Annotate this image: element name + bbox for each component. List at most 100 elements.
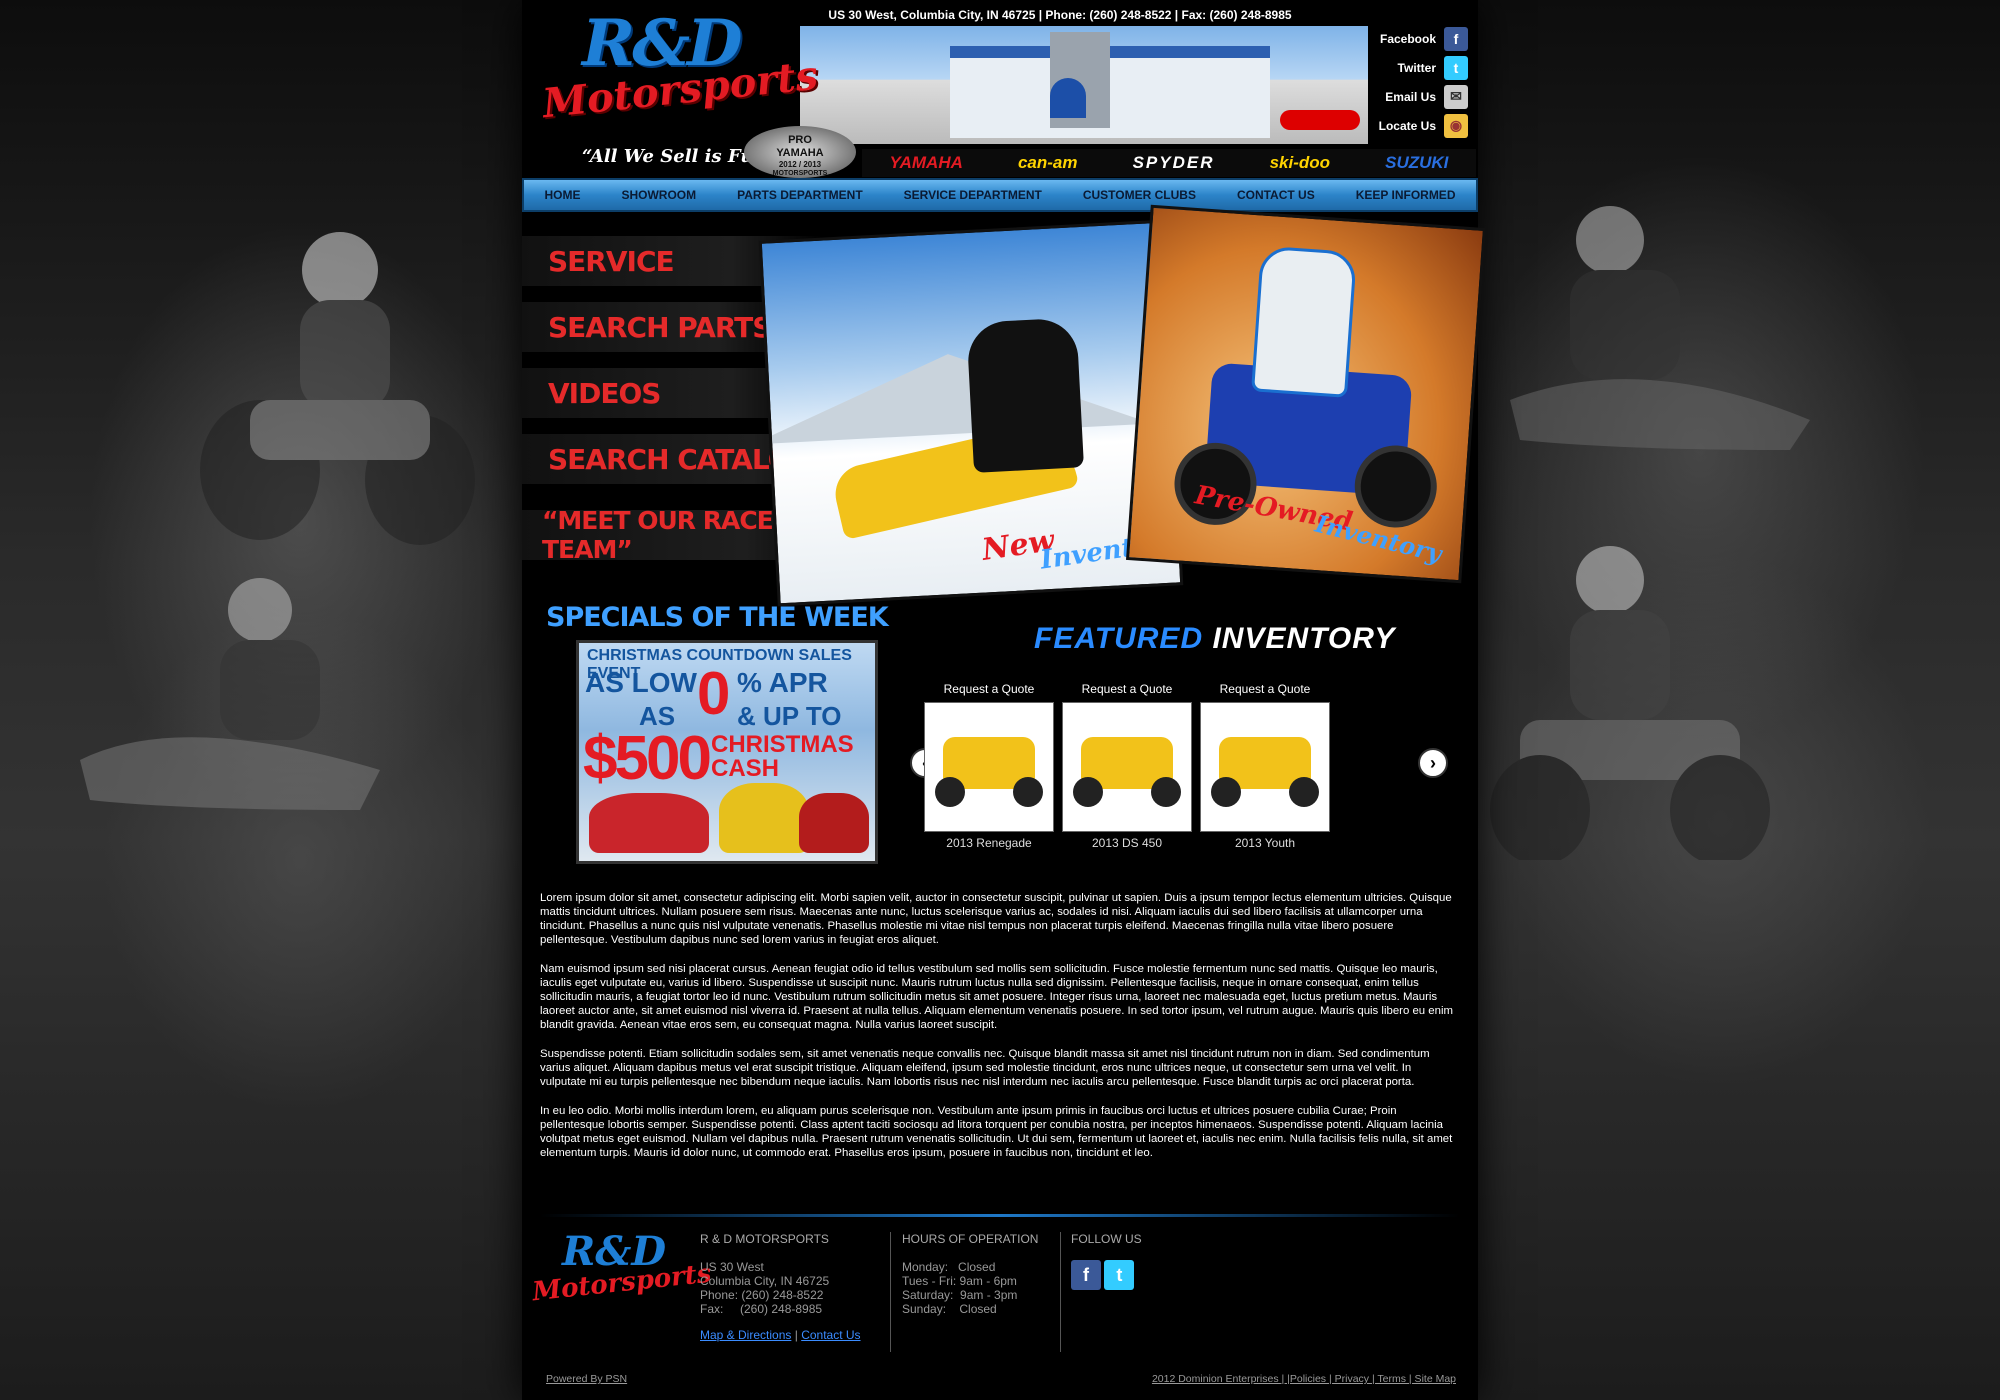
social-label[interactable]: Facebook [1380,32,1436,46]
dealership-photo [800,26,1368,144]
social-label[interactable]: Locate Us [1379,119,1436,133]
specials-title: SPECIALS OF THE WEEK [546,602,889,633]
carousel-next-button[interactable]: › [1418,748,1448,778]
brand-skidoo[interactable]: ski-doo [1270,153,1330,173]
footer-link-separator: | [794,1328,798,1342]
store-building [950,46,1270,138]
hours-row: Saturday: 9am - 3pm [902,1288,1018,1302]
product-thumbnail[interactable] [1200,702,1330,832]
featured-item-1: Request a Quote 2013 Renegade [924,682,1054,850]
request-quote-link[interactable]: Request a Quote [1062,682,1192,696]
brand-canam[interactable]: can-am [1018,153,1078,173]
promo-500: $500 [583,724,712,793]
social-locate[interactable]: Locate Us ◉ [1358,111,1468,140]
hours-row: Tues - Fri: 9am - 6pm [902,1274,1017,1288]
pro-yamaha-badge: PRO YAMAHA 2012 / 2013 MOTORSPORTS [744,126,856,178]
hours-row: Monday: Closed [902,1260,996,1274]
envelope-icon[interactable]: ✉ [1444,84,1468,109]
legal-links[interactable]: 2012 Dominion Enterprises | |Policies | … [1152,1373,1456,1385]
map-directions-link[interactable]: Map & Directions [700,1328,791,1342]
social-label[interactable]: Twitter [1398,61,1436,75]
atv-rider-silhouette-right [1490,546,1770,860]
twitter-icon[interactable]: t [1104,1260,1135,1290]
nav-home[interactable]: HOME [544,188,580,202]
wheel [1073,777,1103,807]
featured-inventory-title: FEATURED INVENTORY [1034,622,1395,656]
footer-follow-heading: FOLLOW US [1071,1232,1142,1246]
wheel [1211,777,1241,807]
brand-bar: YAMAHA can-am SPYDER ski-doo SUZUKI [862,149,1476,177]
footer-address2: Columbia City, IN 46725 [700,1274,830,1288]
nav-parts-department[interactable]: PARTS DEPARTMENT [737,188,863,202]
hours-row: Sunday: Closed [902,1302,997,1316]
brand-suzuki[interactable]: SUZUKI [1385,153,1448,173]
product-thumbnail[interactable] [1062,702,1192,832]
footer-divider [540,1214,1460,1217]
nav-customer-clubs[interactable]: CUSTOMER CLUBS [1083,188,1196,202]
brand-yamaha[interactable]: YAMAHA [890,153,963,173]
contact-us-link[interactable]: Contact Us [801,1328,860,1342]
page-container: US 30 West, Columbia City, IN 46725 | Ph… [522,0,1487,1400]
badge-line2: YAMAHA [776,147,824,159]
nav-service-department[interactable]: SERVICE DEPARTMENT [904,188,1042,202]
request-quote-link[interactable]: Request a Quote [1200,682,1330,696]
promo-aslow: AS LOW [585,667,697,698]
request-quote-link[interactable]: Request a Quote [924,682,1054,696]
sled-rider-silhouette-left [80,578,380,810]
side-link-search-parts[interactable]: SEARCH PARTS [522,302,802,352]
promo-zero: 0 [697,660,731,727]
content-paragraph: Nam euismod ipsum sed nisi placerat curs… [540,963,1453,1031]
featured-title-a: FEATURED [1034,622,1204,655]
nav-showroom[interactable]: SHOWROOM [621,188,696,202]
powered-by-link[interactable]: Powered By PSN [546,1373,627,1385]
product-caption: 2013 Youth [1234,836,1296,850]
nav-keep-informed[interactable]: KEEP INFORMED [1356,188,1456,202]
footer-fax: Fax: (260) 248-8985 [700,1302,823,1316]
social-label[interactable]: Email Us [1385,90,1436,104]
watercraft [1280,110,1360,130]
map-icon[interactable]: ◉ [1444,113,1468,138]
featured-item-2: Request a Quote 2013 DS 450 [1062,682,1192,850]
promo-upto: & UP TO [737,701,842,731]
footer-address1: US 30 West [700,1260,764,1274]
atv-rider [1251,245,1358,398]
facebook-icon[interactable]: f [1444,26,1468,51]
footer-column-divider [890,1232,891,1352]
nav-contact-us[interactable]: CONTACT US [1237,188,1315,202]
atv-graphic [799,793,869,853]
badge-line1: PRO [788,134,812,146]
footer-phone: Phone: (260) 248-8522 [700,1288,824,1302]
product-thumbnail[interactable] [924,702,1054,832]
twitter-icon[interactable]: t [1444,55,1468,80]
footer-hours-heading: HOURS OF OPERATION [902,1232,1039,1246]
dirtbike-graphic [719,783,809,853]
mountain [758,343,1152,445]
wheel [1289,777,1319,807]
featured-title-b: INVENTORY [1212,622,1396,655]
footer-links: Map & Directions | Contact Us [700,1328,861,1342]
social-facebook[interactable]: Facebook f [1358,24,1468,53]
promo-cash: CHRISTMAS CASH [711,731,854,782]
brand-spyder[interactable]: SPYDER [1133,153,1215,173]
footer-follow: FOLLOW US f t [1071,1232,1142,1290]
content-paragraph: In eu leo odio. Morbi mollis interdum lo… [540,1105,1453,1159]
featured-item-3: Request a Quote 2013 Youth [1200,682,1330,850]
footer-column-divider [1060,1232,1061,1352]
promo-apr: % APR [737,667,828,698]
badge-line3: 2012 / 2013 [778,160,822,169]
product-caption: 2013 DS 450 [1091,836,1163,850]
social-email[interactable]: Email Us ✉ [1358,82,1468,111]
wheel [935,777,965,807]
footer-logo[interactable]: R&D Motorsports [531,1228,713,1318]
atv-rider-silhouette-left [200,232,475,545]
footer-company-heading: R & D MOTORSPORTS [700,1232,829,1246]
content-paragraph: Lorem ipsum dolor sit amet, consectetur … [540,892,1452,946]
specials-promo-banner[interactable]: CHRISTMAS COUNTDOWN SALES EVENT AS LOW 0… [576,640,878,864]
wheel [1151,777,1181,807]
wheel [1013,777,1043,807]
sled-rider-silhouette-right [1510,206,1810,450]
main-nav: HOME SHOWROOM PARTS DEPARTMENT SERVICE D… [522,178,1478,212]
social-twitter[interactable]: Twitter t [1358,53,1468,82]
body-content: Lorem ipsum dolor sit amet, consectetur … [540,891,1460,1175]
facebook-icon[interactable]: f [1071,1260,1101,1290]
